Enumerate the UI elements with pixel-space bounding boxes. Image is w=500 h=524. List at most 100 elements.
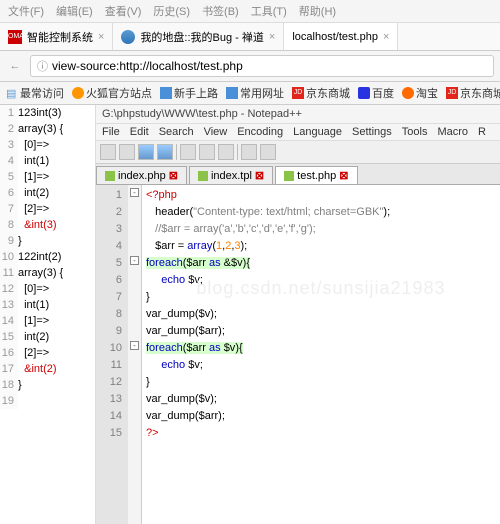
np-menu-item[interactable]: Encoding [237,126,283,138]
tool-undo-icon[interactable] [241,144,257,160]
bookmark-item[interactable]: JD京东商城 [446,85,500,101]
tool-cut-icon[interactable] [180,144,196,160]
source-line: 14 [1]=> [0,313,95,329]
bookmark-icon: JD [446,87,458,99]
bookmark-icon [160,87,172,99]
source-line: 17 &int(2) [0,361,95,377]
code-line: $arr = array(1,2,3); [146,238,500,255]
file-icon [198,171,208,181]
bookmark-item[interactable]: ▤最常访问 [6,85,64,101]
menu-item[interactable]: 查看(V) [105,3,142,19]
browser-tab[interactable]: OMATE智能控制系统× [0,23,113,50]
np-menu-item[interactable]: Edit [130,126,149,138]
file-tab[interactable]: test.php⊠ [275,166,357,184]
tool-saveall-icon[interactable] [157,144,173,160]
source-line: 7 [2]=> [0,201,95,217]
favicon: OMATE [8,30,22,44]
file-tab[interactable]: index.php⊠ [96,166,187,184]
bookmark-item[interactable]: 新手上路 [160,85,218,101]
np-menu-item[interactable]: Language [293,126,342,138]
main-content: 1123int(3)2array(3) {3 [0]=>4 int(1)5 [1… [0,105,500,524]
tool-copy-icon[interactable] [199,144,215,160]
source-line: 1123int(3) [0,105,95,121]
code-line: var_dump($arr); [146,323,500,340]
menu-item[interactable]: 帮助(H) [299,3,336,19]
browser-tab[interactable]: 我的地盘::我的Bug - 禅道 × [113,23,284,50]
notepad-tabs: index.php⊠index.tpl⊠test.php⊠ [96,164,500,185]
file-icon [284,171,294,181]
source-line: 15 int(2) [0,329,95,345]
np-menu-item[interactable]: Settings [352,126,392,138]
code-area[interactable]: blog.csdn.net/sunsijia21983 <?php header… [142,185,500,524]
close-icon[interactable]: × [98,31,104,43]
np-menu-item[interactable]: R [478,126,486,138]
line-gutter: 123456789101112131415 [96,185,128,524]
bookmark-icon [358,87,370,99]
tool-paste-icon[interactable] [218,144,234,160]
notepad-title: G:\phpstudy\WWW\test.php - Notepad++ [96,105,500,124]
close-icon[interactable]: × [269,31,275,43]
menu-item[interactable]: 编辑(E) [56,3,93,19]
code-line: var_dump($v); [146,391,500,408]
back-button[interactable]: ← [6,57,24,75]
menu-item[interactable]: 文件(F) [8,3,44,19]
source-line: 12 [0]=> [0,281,95,297]
close-icon[interactable]: ⊠ [255,169,264,182]
notepad-toolbar [96,141,500,164]
np-menu-item[interactable]: Macro [437,126,468,138]
menu-item[interactable]: 书签(B) [202,3,239,19]
bookmark-item[interactable]: 淘宝 [402,85,438,101]
np-menu-item[interactable]: View [204,126,228,138]
code-line: //$arr = array('a','b','c','d','e','f','… [146,221,500,238]
favicon [121,30,135,44]
code-line: <?php [146,187,500,204]
browser-tab[interactable]: localhost/test.php× [284,23,398,50]
source-line: 2array(3) { [0,121,95,137]
tool-open-icon[interactable] [119,144,135,160]
toolbar-sep [237,144,238,160]
code-editor[interactable]: 123456789101112131415 - - - blog.csdn.ne… [96,185,500,524]
close-icon[interactable]: ⊠ [339,169,348,182]
tool-save-icon[interactable] [138,144,154,160]
source-line: 18} [0,377,95,393]
bookmark-item[interactable]: 百度 [358,85,394,101]
close-icon[interactable]: × [383,31,389,43]
notepad-panel: G:\phpstudy\WWW\test.php - Notepad++ Fil… [96,105,500,524]
url-box[interactable]: ⓘ [30,55,494,77]
code-line: var_dump($arr); [146,408,500,425]
file-tab[interactable]: index.tpl⊠ [189,166,273,184]
fold-marker[interactable]: - [130,256,139,265]
fold-gutter: - - - [128,185,142,524]
bookmark-item[interactable]: 常用网址 [226,85,284,101]
tool-new-icon[interactable] [100,144,116,160]
bookmark-item[interactable]: JD京东商城 [292,85,350,101]
code-line: echo $v; [146,357,500,374]
np-menu-item[interactable]: Tools [402,126,428,138]
code-line: } [146,289,500,306]
source-line: 19 [0,393,95,409]
bookmark-bar: ▤最常访问火狐官方站点新手上路常用网址JD京东商城百度淘宝JD京东商城天 [0,82,500,105]
np-menu-item[interactable]: File [102,126,120,138]
tab-title: 我的地盘::我的Bug - 禅道 [140,29,263,45]
code-line: foreach($arr as &$v){ [146,255,500,272]
np-menu-item[interactable]: Search [159,126,194,138]
tool-redo-icon[interactable] [260,144,276,160]
source-line: 4 int(1) [0,153,95,169]
fold-marker[interactable]: - [130,341,139,350]
bookmark-icon [226,87,238,99]
source-line: 9} [0,233,95,249]
source-line: 16 [2]=> [0,345,95,361]
menu-item[interactable]: 工具(T) [251,3,287,19]
code-line: } [146,374,500,391]
close-icon[interactable]: ⊠ [169,169,178,182]
file-icon [105,171,115,181]
fold-marker[interactable]: - [130,188,139,197]
source-line: 10122int(2) [0,249,95,265]
bookmark-item[interactable]: 火狐官方站点 [72,85,152,101]
menu-item[interactable]: 历史(S) [153,3,190,19]
url-input[interactable] [52,59,487,73]
info-icon: ⓘ [37,58,48,74]
bookmark-icon: ▤ [6,87,18,99]
source-line: 11array(3) { [0,265,95,281]
source-line: 3 [0]=> [0,137,95,153]
